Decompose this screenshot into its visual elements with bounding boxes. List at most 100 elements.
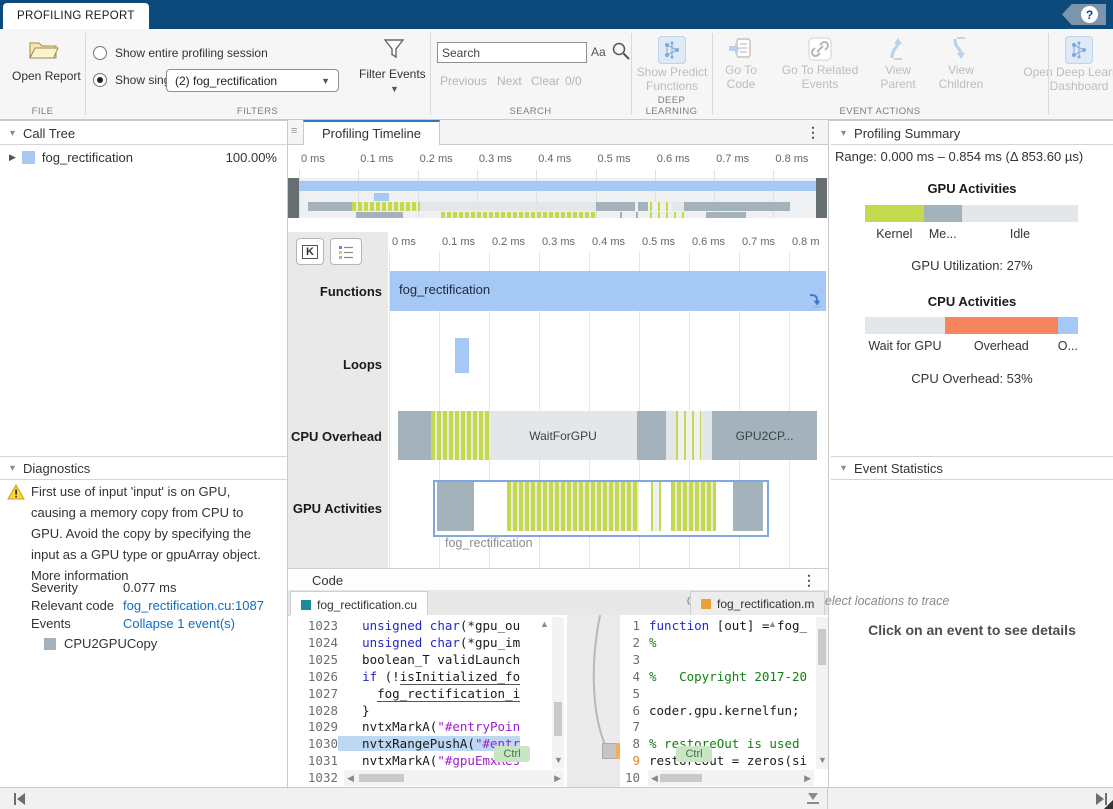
view-children-button[interactable]: View Children	[934, 36, 988, 92]
code-line[interactable]: 1031 nvtxMarkA("#gpuEmxRes	[290, 752, 520, 769]
scroll-left-icon[interactable]: ◀	[347, 773, 354, 784]
cpu-overhead-event-segment[interactable]	[431, 411, 489, 460]
code-line[interactable]: 9restoreOut = zeros(si	[620, 752, 807, 769]
event-statistics-header[interactable]: ▾ Event Statistics	[831, 456, 1113, 480]
cpu-overhead-event-segment[interactable]	[676, 411, 701, 460]
profiling-summary-header[interactable]: ▾ Profiling Summary	[831, 122, 1113, 145]
m-code-pane[interactable]: 1function [out] = fog_2%34% Copyright 20…	[620, 615, 828, 787]
search-icon[interactable]	[611, 41, 631, 66]
cu-horizontal-scrollbar[interactable]: ◀ ▶	[344, 770, 564, 786]
kernel-markers-button[interactable]: K	[296, 238, 324, 265]
diagnostics-header[interactable]: ▾ Diagnostics	[0, 456, 287, 480]
collapse-events-link[interactable]: Collapse 1 event(s)	[123, 615, 235, 633]
radio-single-run-circle[interactable]	[93, 73, 107, 87]
expand-arrow-icon[interactable]: ▶	[9, 152, 16, 163]
code-line[interactable]: 1028 }	[290, 702, 370, 719]
functions-event-bar[interactable]: fog_rectification	[390, 271, 826, 311]
filter-events-button[interactable]: Filter Events	[359, 67, 426, 81]
code-line[interactable]: 3	[620, 651, 649, 668]
scroll-left-icon[interactable]: ◀	[651, 773, 658, 784]
scroll-up-icon[interactable]: ▲	[768, 619, 777, 629]
relevant-code-link[interactable]: fog_rectification.cu:1087	[123, 597, 264, 615]
open-deep-learning-dashboard-button[interactable]: Open Deep Learning Dashboard	[1000, 36, 1113, 94]
goto-event-icon[interactable]	[807, 293, 821, 308]
cpu-overhead-event-segment[interactable]	[398, 411, 431, 460]
overview-right-handle[interactable]	[816, 178, 827, 218]
resize-grip[interactable]	[1104, 800, 1113, 809]
code-line[interactable]: 10	[620, 769, 649, 786]
match-case-button[interactable]: Aa	[591, 45, 606, 59]
panel-handle-icon[interactable]: ≡	[291, 125, 297, 137]
trace-marker-handle[interactable]	[602, 743, 617, 759]
code-line[interactable]: 1023 unsigned char(*gpu_ou	[290, 617, 520, 634]
m-vertical-scrollbar[interactable]: ▼	[816, 617, 828, 769]
scroll-down-icon[interactable]: ▼	[818, 755, 827, 765]
radio-entire-session[interactable]: Show entire profiling session	[93, 46, 268, 60]
search-previous-button[interactable]: Previous	[440, 74, 487, 88]
collapse-arrow-icon[interactable]: ▾	[10, 128, 15, 139]
radio-entire-session-circle[interactable]	[93, 46, 107, 60]
code-line[interactable]: 1029 nvtxMarkA("#entryPoin	[290, 718, 520, 735]
code-line[interactable]: 4% Copyright 2017-20	[620, 668, 807, 685]
overview-left-handle[interactable]	[288, 178, 299, 218]
loops-event-bar[interactable]	[455, 338, 469, 373]
scrollbar-thumb[interactable]	[359, 774, 404, 782]
code-menu-icon[interactable]: ⋮	[802, 572, 816, 589]
scrollbar-thumb[interactable]	[660, 774, 702, 782]
code-line[interactable]: 1025 boolean_T validLaunch	[290, 651, 520, 668]
open-report-button[interactable]: Open Report	[12, 69, 81, 83]
gpu-activity-segment[interactable]	[507, 482, 639, 531]
code-line[interactable]: 1024 unsigned char(*gpu_im	[290, 634, 520, 651]
cpu-overhead-event-segment[interactable]	[637, 411, 666, 460]
code-line[interactable]: 5	[620, 685, 649, 702]
code-line[interactable]: 6coder.gpu.kernelfun;	[620, 702, 800, 719]
tab-fog-rectification-m[interactable]: fog_rectification.m	[690, 591, 825, 616]
go-to-related-events-button[interactable]: Go To Related Events	[778, 36, 862, 92]
scroll-up-icon[interactable]: ▲	[540, 619, 549, 629]
collapse-arrow-icon[interactable]: ▾	[10, 463, 15, 474]
m-horizontal-scrollbar[interactable]: ◀ ▶	[648, 770, 814, 786]
event-item-cpu2gpucopy[interactable]: CPU2GPUCopy	[44, 636, 264, 651]
tab-profiling-timeline[interactable]: Profiling Timeline	[303, 120, 440, 145]
gpu-activity-segment[interactable]	[733, 482, 763, 531]
code-line[interactable]: 1function [out] = fog_	[620, 617, 807, 634]
tab-fog-rectification-cu[interactable]: fog_rectification.cu	[290, 591, 428, 617]
cpu-overhead-event-segment[interactable]: WaitForGPU	[489, 411, 637, 460]
run-select-dropdown[interactable]: (2) fog_rectification ▼	[166, 69, 339, 92]
cu-vertical-scrollbar[interactable]: ▼	[552, 617, 564, 769]
gpu-activity-segment[interactable]	[651, 482, 661, 531]
help-button[interactable]: ?	[1062, 4, 1106, 25]
scrollbar-thumb[interactable]	[818, 629, 826, 665]
cpu-overhead-event-segment[interactable]	[666, 411, 676, 460]
code-line[interactable]: 1032	[290, 769, 347, 786]
cpu-overhead-event-segment[interactable]: GPU2CP...	[712, 411, 817, 460]
cpu-overhead-event-segment[interactable]	[701, 411, 712, 460]
collapse-arrow-icon[interactable]: ▾	[841, 463, 846, 474]
gpu-activity-segment[interactable]	[671, 482, 716, 531]
collapse-down-icon[interactable]	[806, 793, 820, 805]
call-tree-row-fog-rectification[interactable]: ▶ fog_rectification 100.00%	[0, 147, 286, 167]
code-line[interactable]: 1026 if (!isInitialized_fo	[290, 668, 520, 685]
scroll-right-icon[interactable]: ▶	[804, 773, 811, 784]
code-line[interactable]: 1030 nvtxRangePushA("#entr	[290, 735, 520, 752]
collapse-left-icon[interactable]	[13, 792, 27, 806]
code-line[interactable]: 1027 fog_rectification_i	[290, 685, 520, 702]
scrollbar-thumb[interactable]	[554, 702, 562, 736]
collapse-arrow-icon[interactable]: ▾	[841, 128, 846, 139]
code-line[interactable]: 7	[620, 718, 649, 735]
search-input[interactable]	[437, 42, 587, 63]
call-tree-header[interactable]: ▾ Call Tree	[0, 122, 287, 145]
show-predict-functions-button[interactable]: Show Predict Functions	[634, 36, 710, 94]
go-to-code-button[interactable]: Go To Code	[716, 36, 766, 92]
search-next-button[interactable]: Next	[497, 74, 522, 88]
tab-profiling-report[interactable]: PROFILING REPORT	[3, 3, 149, 29]
search-clear-button[interactable]: Clear	[531, 74, 560, 88]
scroll-right-icon[interactable]: ▶	[554, 773, 561, 784]
splitter[interactable]	[828, 120, 829, 787]
gpu-activities-event-box[interactable]	[433, 480, 769, 537]
code-line[interactable]: 2%	[620, 634, 657, 651]
legend-button[interactable]	[330, 238, 362, 265]
scroll-down-icon[interactable]: ▼	[554, 755, 563, 765]
view-parent-button[interactable]: View Parent	[874, 36, 922, 92]
timeline-menu-icon[interactable]: ⋮	[806, 124, 820, 141]
